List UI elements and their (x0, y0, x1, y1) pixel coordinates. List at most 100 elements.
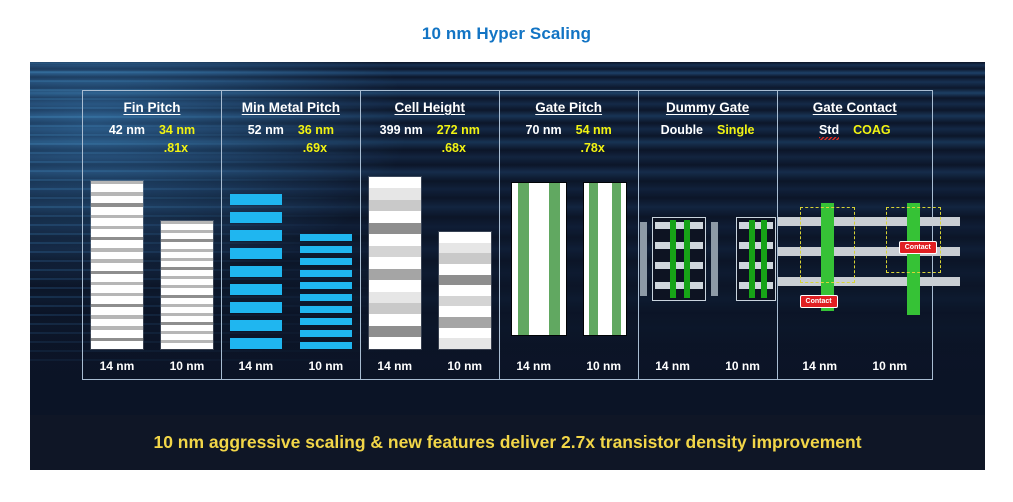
cell-band (438, 242, 491, 254)
column-title: Fin Pitch (123, 100, 181, 115)
metal-line (299, 269, 352, 277)
gate-stripe (517, 183, 529, 335)
metal-line (299, 257, 352, 265)
metal-line (654, 222, 703, 229)
metal-line (299, 233, 352, 241)
cell-band (438, 306, 491, 317)
node-label-14nm: 14 nm (377, 359, 413, 373)
gate-contact-diagram-10nm: Contact (863, 195, 960, 323)
ratio-label: .78x (580, 141, 605, 155)
value-14nm: Double (660, 123, 703, 137)
metric-column-cell-height: Cell Height 399 nm 272 nm .68x 14 nm 10 … (361, 91, 500, 379)
metal-line (229, 212, 282, 223)
fin-gap (90, 240, 143, 249)
metal-line (229, 248, 282, 259)
gate-spacer (528, 183, 549, 335)
node-labels: 14 nm 10 nm (83, 359, 221, 373)
fin-stack-10nm (160, 221, 213, 349)
cell-band (368, 325, 421, 338)
metal-line (299, 317, 352, 325)
metal-line (654, 262, 703, 269)
fin-gap (90, 285, 143, 293)
node-label-14nm: 14 nm (802, 359, 838, 373)
contact-label: Contact (799, 295, 838, 308)
metal-line (229, 320, 282, 331)
cell-band (368, 245, 421, 258)
metal-line (299, 341, 352, 349)
cell-band (368, 291, 421, 303)
value-14nm: 42 nm (108, 123, 145, 137)
node-label-10nm: 10 nm (586, 359, 622, 373)
metric-column-gate-contact: Gate Contact Std COAG Contact Contact 14… (777, 91, 960, 379)
gate-contact-graphic: Contact Contact (777, 169, 960, 349)
value-10nm: 36 nm (297, 123, 334, 137)
value-10nm: Single (717, 123, 755, 137)
node-label-14nm: 14 nm (99, 359, 135, 373)
metal-stack-14nm (229, 189, 282, 349)
metal-line (229, 194, 282, 205)
gate-block-10nm (583, 183, 626, 335)
ratio-label: .69x (302, 141, 328, 155)
node-labels: 14 nm 10 nm (639, 359, 777, 373)
column-title: Cell Height (394, 100, 466, 115)
node-label-14nm: 14 nm (655, 359, 690, 373)
value-14nm: 52 nm (247, 123, 284, 137)
gate-line (669, 220, 676, 298)
fin-gap (90, 217, 143, 226)
metal-line (738, 242, 773, 249)
gate-line (760, 220, 767, 298)
column-values: 42 nm 34 nm (83, 123, 221, 137)
metal-line (738, 222, 773, 229)
contact-label: Contact (898, 241, 937, 254)
dummy-gate-bar-right (710, 222, 718, 296)
cell-stack-14nm (368, 177, 421, 349)
gate-block-14nm (511, 183, 566, 335)
cell-stack-10nm (438, 232, 491, 349)
metric-column-min-metal-pitch: Min Metal Pitch 52 nm 36 nm .69x 14 nm 1… (222, 91, 361, 379)
fin-gap (90, 318, 143, 327)
cell-band (438, 295, 491, 307)
node-label-14nm: 14 nm (238, 359, 274, 373)
ratio-label: .81x (163, 141, 189, 155)
gate-stripe (548, 183, 560, 335)
fin-gap (90, 262, 143, 271)
metal-line (229, 284, 282, 295)
summary-banner: 10 nm aggressive scaling & new features … (30, 415, 985, 470)
gate-pitch-graphic (500, 169, 638, 349)
fin-stack-14nm (90, 181, 143, 349)
gate-contact-diagram-14nm: Contact (777, 195, 874, 323)
value-10nm: 54 nm (575, 123, 612, 137)
metal-line (299, 329, 352, 337)
fin-gap (90, 329, 143, 338)
metal-line (299, 305, 352, 313)
node-label-14nm: 14 nm (516, 359, 552, 373)
cell-band (438, 253, 491, 264)
node-labels: 14 nm 10 nm (778, 359, 932, 373)
fin-gap (90, 296, 143, 305)
column-title: Min Metal Pitch (241, 100, 340, 115)
fin-gap (90, 206, 143, 215)
column-title: Gate Pitch (535, 100, 603, 115)
metal-gap (230, 277, 282, 284)
value-14nm: 70 nm (525, 123, 562, 137)
cell-band (368, 211, 421, 223)
value-14nm: Std (818, 123, 840, 140)
node-label-10nm: 10 nm (169, 359, 205, 373)
cell-band (368, 199, 421, 212)
dummy-gate-cell-10nm (735, 217, 776, 301)
page-title: 10 nm Hyper Scaling (421, 24, 592, 43)
fin-gap (90, 229, 143, 237)
fin-gap (90, 251, 143, 260)
cell-band (368, 188, 421, 200)
dummy-gate-cell-14nm (639, 217, 718, 301)
cell-band (438, 338, 491, 349)
node-label-10nm: 10 nm (725, 359, 760, 373)
gate-stripe (611, 183, 621, 335)
metal-line (229, 338, 282, 349)
gate-spacer (597, 183, 612, 335)
cell-band (368, 280, 421, 292)
cell-band (368, 337, 421, 349)
cell-band (438, 285, 491, 296)
cell-height-graphic (361, 169, 499, 349)
metal-line (299, 245, 352, 253)
